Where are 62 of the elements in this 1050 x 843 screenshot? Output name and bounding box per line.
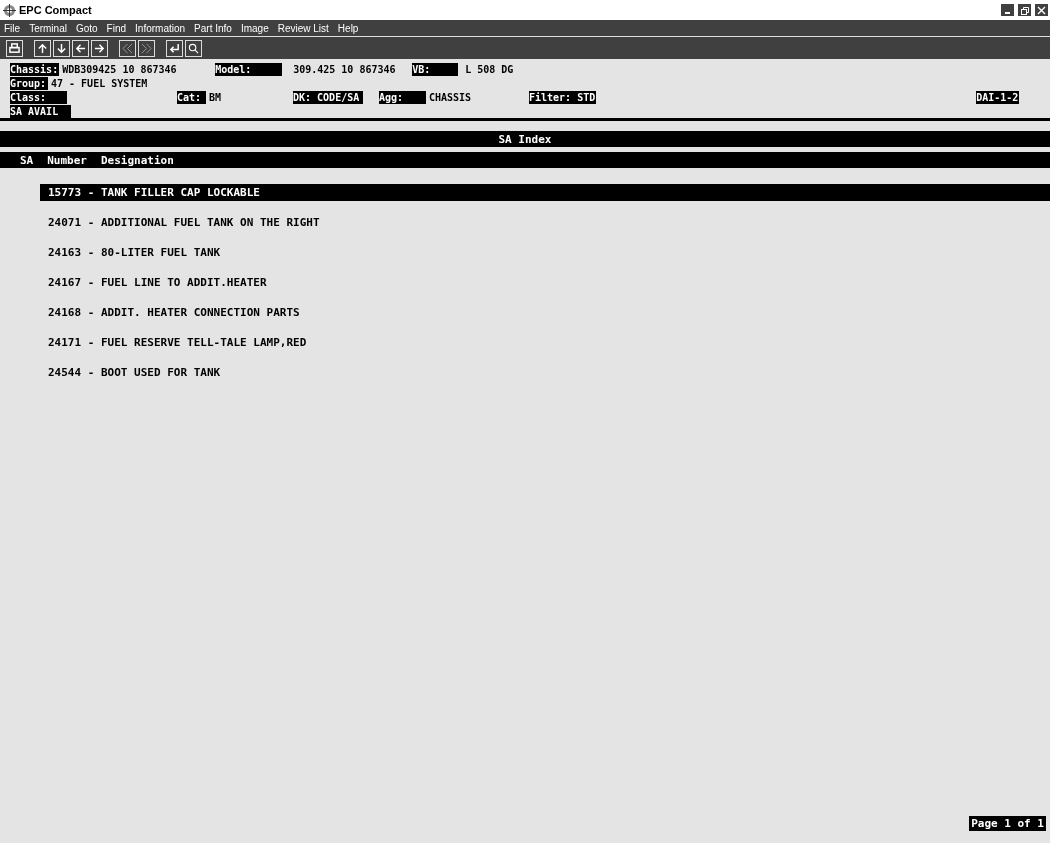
arrow-right-icon [94,42,105,54]
toolbar-button[interactable] [34,39,51,57]
field-label: Agg: [379,90,426,104]
enter-icon [169,42,180,54]
field-label: Group: [10,76,48,90]
field-value: CHASSIS [428,90,473,104]
double-chevron-left-icon [122,42,133,54]
field-value: 309.425 10 867346 [292,62,397,76]
field-label: Cat: [177,90,206,104]
field-value: L 508 DG [464,62,515,76]
minimize-button[interactable] [1001,4,1014,16]
toolbar-button[interactable] [185,39,202,57]
field-value: WDB309425 10 867346 [61,62,178,76]
field-label: Model: [215,62,283,76]
menu-item[interactable]: File [4,22,21,34]
arrow-down-icon [56,42,67,54]
field-value: 47 - FUEL SYSTEM [50,76,149,90]
window-title: EPC Compact [19,4,93,16]
menu-item[interactable]: Find [106,22,127,34]
menu-item[interactable]: Help [337,22,359,34]
list-item[interactable]: 24167 - FUEL LINE TO ADDIT.HEATER [40,274,1050,291]
menu-item[interactable]: Information [135,22,186,34]
toolbar-button[interactable] [6,39,23,57]
menu-item[interactable]: Part Info [194,22,232,34]
column-header: SA [20,153,34,167]
menu-item[interactable]: Image [240,22,269,34]
arrow-left-icon [75,42,86,54]
minimize-icon [1005,12,1010,14]
double-chevron-right-icon [141,42,152,54]
field-label: Chassis: [10,62,60,76]
restore-button[interactable] [1018,4,1031,16]
field-label: Class: [10,90,67,104]
list-item[interactable]: 24544 - BOOT USED FOR TANK [40,364,1050,381]
field-label: VB: [412,62,459,76]
menu-item[interactable]: Terminal [29,22,67,34]
close-button[interactable] [1035,4,1048,16]
field-label: SA AVAIL [10,104,71,118]
field-label: DAI-1-2 [976,90,1020,104]
section-title: SA Index [0,131,1050,147]
toolbar-button[interactable] [166,39,183,57]
menu-item[interactable]: Review List [277,22,329,34]
app-logo-icon [3,3,16,17]
list-item[interactable]: 15773 - TANK FILLER CAP LOCKABLE [40,184,1050,201]
toolbar-button[interactable] [53,39,70,57]
close-icon [1037,5,1046,15]
restore-icon [1020,5,1029,15]
printer-icon [9,42,20,54]
column-header: Number [47,153,87,167]
menu-item[interactable]: Goto [75,22,98,34]
list-item[interactable]: 24071 - ADDITIONAL FUEL TANK ON THE RIGHT [40,214,1050,231]
search-icon [188,42,199,54]
page-indicator: Page 1 of 1 [969,816,1046,831]
field-value: BM [208,90,223,104]
list-item[interactable]: 24163 - 80-LITER FUEL TANK [40,244,1050,261]
field-label: Filter: STD [529,90,597,104]
field-label: DK: CODE/SA [293,90,363,104]
list-item[interactable]: 24168 - ADDIT. HEATER CONNECTION PARTS [40,304,1050,321]
arrow-up-icon [37,42,48,54]
list-item[interactable]: 24171 - FUEL RESERVE TELL-TALE LAMP,RED [40,334,1050,351]
column-header: Designation [101,153,174,167]
toolbar-button[interactable] [72,39,89,57]
toolbar-button[interactable] [91,39,108,57]
